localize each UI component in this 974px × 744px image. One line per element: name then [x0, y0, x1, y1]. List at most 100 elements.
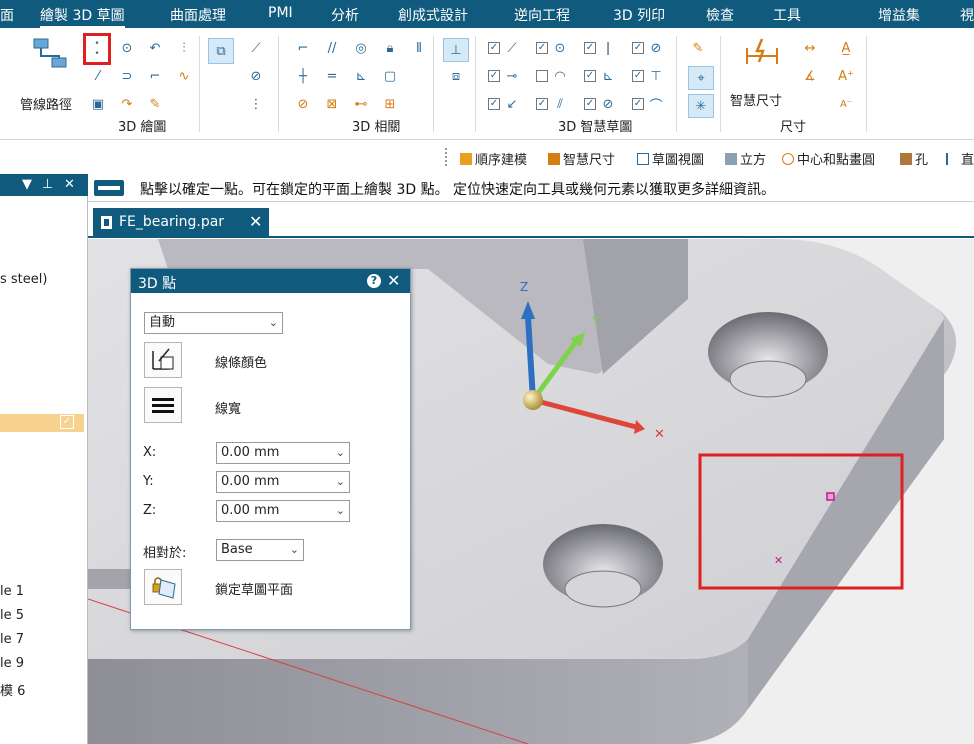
bend-tool-button[interactable]: ↷ — [117, 94, 137, 114]
arc-tool-button[interactable]: ↶ — [145, 38, 165, 58]
keyboard-icon[interactable] — [94, 180, 124, 196]
menu-item-view[interactable]: 視 — [960, 5, 974, 25]
mode-select[interactable]: 自動 ⌄ — [144, 312, 283, 334]
relative-to-select[interactable]: Base ⌄ — [216, 539, 304, 561]
smart-horizontal-checkbox[interactable]: ✓ — [584, 70, 596, 82]
close-tab-icon[interactable]: ✕ — [249, 212, 262, 231]
tree-item-selected[interactable]: ✓ — [0, 414, 84, 432]
y-value-field[interactable]: 0.00 mm ⌄ — [216, 471, 350, 493]
menu-item-surfacing[interactable]: 曲面處理 — [170, 5, 226, 25]
menu-item-inspect[interactable]: 檢查 — [706, 5, 734, 25]
smart-endpoint-checkbox[interactable]: ✓ — [488, 42, 500, 54]
pipe-path-button[interactable]: 管線路徑 — [18, 32, 80, 113]
tree-item-model6[interactable]: 模 6 — [0, 680, 25, 699]
menu-item-surface[interactable]: 面 — [0, 5, 14, 25]
fillet-button[interactable]: ⌐ — [145, 66, 165, 86]
smart-midpoint-checkbox[interactable]: ✓ — [488, 70, 500, 82]
locate-button[interactable]: ⌖ — [688, 66, 714, 90]
circle-tool-button[interactable]: ⊙ — [117, 38, 137, 58]
smart-dimension-button[interactable]: 智慧尺寸 — [730, 32, 796, 110]
relate-show-button[interactable]: ⊞ — [380, 94, 400, 114]
smart-vertical-checkbox[interactable]: ✓ — [584, 42, 596, 54]
relate-pointon-button[interactable]: ⊷ — [351, 94, 371, 114]
relate-rigid-button[interactable]: ▢ — [380, 66, 400, 86]
menu-item-addins[interactable]: 增益集 — [878, 5, 920, 25]
menu-item-pmi[interactable]: PMI — [268, 5, 293, 21]
intellisketch-button[interactable]: ⧈ — [446, 66, 466, 86]
smart-parallel-checkbox[interactable]: ✓ — [536, 98, 548, 110]
line-color-button[interactable] — [144, 342, 182, 378]
tree-item-hole1[interactable]: le 1 — [0, 584, 24, 599]
curve-tool-button[interactable]: ∿ — [174, 66, 194, 86]
triad-button[interactable]: ✳ — [688, 94, 714, 118]
text-style-button[interactable]: A̲ — [836, 38, 856, 58]
menu-item-analysis[interactable]: 分析 — [331, 5, 359, 25]
tree-item-hole7[interactable]: le 7 — [0, 632, 24, 647]
pipe-tool-button[interactable]: ⫶ — [174, 38, 194, 58]
project-button[interactable]: ⋮ — [246, 94, 266, 114]
qat-sketch-view[interactable]: 草圖視圖 — [637, 149, 704, 168]
help-icon[interactable]: ? — [367, 274, 381, 288]
menu-item-sketch3d[interactable]: 繪製 3D 草圖 — [40, 5, 125, 28]
grip-handle[interactable] — [445, 148, 447, 166]
circle-center-icon — [782, 153, 794, 165]
intersect-button[interactable]: ⊘ — [246, 66, 266, 86]
menu-item-generative[interactable]: 創成式設計 — [398, 5, 468, 25]
x-value-field[interactable]: 0.00 mm ⌄ — [216, 442, 350, 464]
tree-item-hole5[interactable]: le 5 — [0, 608, 24, 623]
angle-dim-icon: ∡ — [804, 68, 816, 84]
font-shrink-button[interactable]: A⁻ — [836, 94, 856, 114]
font-grow-button[interactable]: A⁺ — [836, 66, 856, 86]
dropdown-icon[interactable]: ▼ — [22, 177, 32, 192]
tree-item-material[interactable]: s steel) — [0, 272, 47, 287]
smart-onelement-checkbox[interactable]: ✓ — [584, 98, 596, 110]
menu-item-3dprint[interactable]: 3D 列印 — [613, 5, 665, 25]
qat-hole[interactable]: 孔 — [900, 149, 928, 168]
construction-button[interactable]: ⟋ — [246, 38, 266, 58]
lock-sketch-plane-button[interactable] — [144, 569, 182, 605]
line-width-button[interactable] — [144, 387, 182, 423]
arc-3pt-button[interactable]: ⊃ — [117, 66, 137, 86]
dialog-title-bar[interactable]: 3D 點 ? ✕ — [131, 269, 410, 293]
menu-item-tools[interactable]: 工具 — [773, 5, 801, 25]
sketch-view-button[interactable]: ⧉ — [208, 38, 234, 64]
smart-sketch-toggle[interactable]: ⊥ — [443, 38, 469, 62]
distance-dim-button[interactable]: ↔ — [800, 38, 820, 58]
point-marker[interactable] — [826, 492, 835, 501]
qat-sequential[interactable]: 順序建模 — [460, 149, 527, 168]
relate-symmetric-button[interactable]: ⦀ — [409, 38, 429, 58]
trim-tool-button[interactable]: ✎ — [145, 94, 165, 114]
smart-intersect-checkbox[interactable]: ✓ — [488, 98, 500, 110]
point-3d-button[interactable]: • • — [83, 33, 111, 65]
relate-collinear-button[interactable]: ⊠ — [322, 94, 342, 114]
relate-horizontal-button[interactable]: ⊾ — [351, 66, 371, 86]
smart-perp-checkbox[interactable]: ✓ — [632, 70, 644, 82]
relate-lock-button[interactable]: 🔒︎ — [380, 38, 400, 58]
relate-connect-button[interactable]: ⌐ — [293, 38, 313, 58]
relate-parallel-button[interactable]: // — [322, 38, 342, 58]
tree-item-hole9[interactable]: le 9 — [0, 656, 24, 671]
relate-perpendicular-button[interactable]: ┼ — [293, 66, 313, 86]
angle-dim-button[interactable]: ∡ — [800, 66, 820, 86]
relate-equal-button[interactable]: = — [322, 66, 342, 86]
close-icon[interactable]: ✕ — [64, 177, 75, 192]
triad-origin[interactable] — [523, 390, 543, 410]
rectangle-tool-button[interactable]: ▣ — [88, 94, 108, 114]
pick-color-button[interactable]: ✎ — [688, 38, 708, 58]
qat-smart-dimension[interactable]: 智慧尺寸 — [548, 149, 615, 168]
pin-icon[interactable]: ⊥ — [42, 177, 53, 192]
close-dialog-icon[interactable]: ✕ — [387, 271, 400, 290]
line-tool-button[interactable]: ⁄ — [88, 66, 108, 86]
smart-tangent-checkbox[interactable]: ✓ — [632, 42, 644, 54]
document-tab[interactable]: FE_bearing.par ✕ — [93, 208, 269, 238]
relate-concentric-button[interactable]: ◎ — [351, 38, 371, 58]
qat-straight[interactable]: 直 — [946, 149, 974, 168]
menu-item-reverse[interactable]: 逆向工程 — [514, 5, 570, 25]
z-value-field[interactable]: 0.00 mm ⌄ — [216, 500, 350, 522]
qat-center-circle[interactable]: 中心和點畫圓 — [782, 149, 875, 168]
smart-silhouette-checkbox[interactable]: ✓ — [632, 98, 644, 110]
relate-tangent-button[interactable]: ⊘ — [293, 94, 313, 114]
qat-cube[interactable]: 立方 — [725, 149, 766, 168]
smart-arc-checkbox[interactable] — [536, 70, 548, 82]
smart-center-checkbox[interactable]: ✓ — [536, 42, 548, 54]
